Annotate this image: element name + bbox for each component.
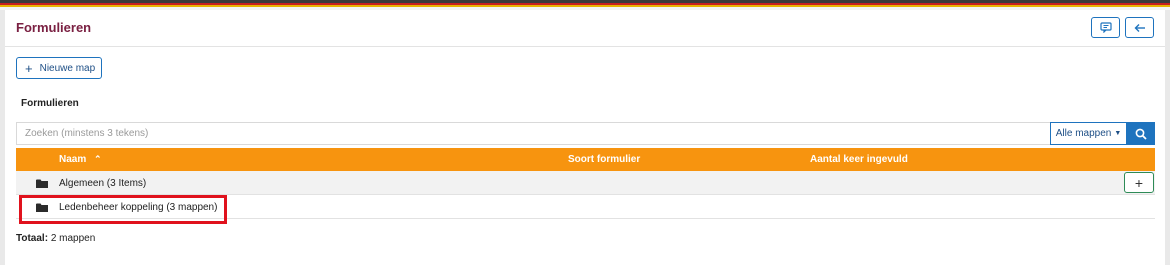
- search-button[interactable]: [1127, 122, 1155, 145]
- new-folder-button[interactable]: + Nieuwe map: [16, 57, 102, 79]
- page-title: Formulieren: [16, 20, 92, 35]
- sort-ascending-icon: ⌃: [94, 154, 102, 164]
- add-form-button[interactable]: +: [1124, 172, 1154, 193]
- main-panel: Formulieren + Nieuwe map Formulieren Zoe…: [5, 10, 1165, 265]
- folder-name: Algemeen (3 Items): [59, 178, 147, 189]
- column-naam-label: Naam: [59, 154, 87, 165]
- message-icon: [1099, 22, 1112, 33]
- caret-down-icon: ▼: [1114, 130, 1122, 137]
- section-title: Formulieren: [21, 98, 79, 109]
- column-aantal-ingevuld[interactable]: Aantal keer ingevuld: [810, 154, 908, 165]
- table-row[interactable]: Algemeen (3 Items): [16, 171, 1155, 195]
- search-input[interactable]: Zoeken (minstens 3 tekens): [16, 122, 1050, 145]
- total-value: 2 mappen: [50, 233, 96, 244]
- highlight-box: [19, 195, 227, 224]
- folder-filter-label: Alle mappen: [1055, 128, 1112, 139]
- table-header: Naam ⌃ Soort formulier Aantal keer ingev…: [16, 148, 1155, 171]
- plus-icon: +: [25, 60, 33, 76]
- arrow-left-icon: [1134, 23, 1145, 32]
- back-button[interactable]: [1125, 17, 1154, 38]
- column-soort-formulier[interactable]: Soort formulier: [568, 154, 640, 165]
- column-naam[interactable]: Naam ⌃: [59, 154, 102, 165]
- total-count: Totaal: 2 mappen: [16, 233, 95, 244]
- header-divider: [5, 46, 1165, 47]
- folder-icon: [36, 179, 48, 188]
- folder-filter-dropdown[interactable]: Alle mappen ▼: [1050, 122, 1127, 145]
- new-folder-label: Nieuwe map: [39, 62, 96, 74]
- feedback-button[interactable]: [1091, 17, 1120, 38]
- top-color-bar: [0, 0, 1170, 10]
- total-label: Totaal:: [16, 233, 49, 244]
- search-icon: [1135, 128, 1147, 140]
